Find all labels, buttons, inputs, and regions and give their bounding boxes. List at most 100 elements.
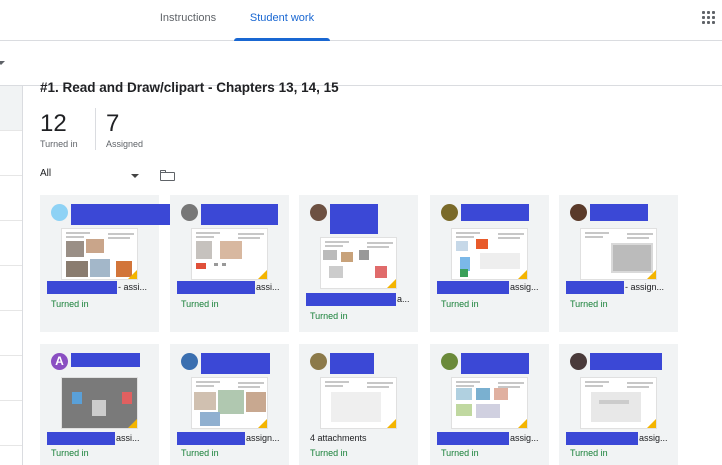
student-name-redacted bbox=[590, 353, 662, 370]
turned-in-count: 12 bbox=[40, 110, 67, 137]
student-name-redacted bbox=[201, 353, 270, 374]
submission-card[interactable]: - assi... Turned in bbox=[40, 195, 178, 332]
submission-status: Turned in bbox=[310, 311, 348, 321]
attachment-thumbnail[interactable] bbox=[191, 377, 268, 429]
attachment-title: - assi... bbox=[118, 282, 148, 292]
avatar bbox=[310, 353, 327, 370]
attachment-title: assign... bbox=[246, 433, 280, 443]
google-doc-corner-icon bbox=[257, 418, 267, 428]
student-list-row[interactable] bbox=[0, 176, 22, 221]
student-list-row[interactable] bbox=[0, 86, 22, 131]
folder-icon[interactable] bbox=[160, 170, 175, 181]
student-name-redacted bbox=[71, 204, 178, 225]
attachment-title: 4 attachments bbox=[310, 433, 367, 443]
avatar bbox=[181, 204, 198, 221]
attachment-thumbnail[interactable] bbox=[191, 228, 268, 280]
google-doc-corner-icon bbox=[386, 278, 396, 288]
assignment-title: #1. Read and Draw/clipart - Chapters 13,… bbox=[40, 80, 339, 95]
submission-card[interactable]: assign... Turned in bbox=[170, 344, 289, 465]
attachment-thumbnail[interactable] bbox=[61, 377, 138, 429]
assigned-count: 7 bbox=[106, 110, 120, 137]
submission-card[interactable]: a... Turned in bbox=[299, 195, 418, 332]
student-list-row[interactable] bbox=[0, 221, 22, 266]
student-name-redacted bbox=[330, 204, 378, 234]
attachment-name-redacted bbox=[437, 281, 509, 294]
attachment-name-redacted bbox=[437, 432, 509, 445]
student-list-row[interactable] bbox=[0, 401, 22, 446]
submission-status: Turned in bbox=[181, 299, 219, 309]
tab-student-work[interactable]: Student work bbox=[234, 0, 330, 41]
submission-card[interactable]: - assign... Turned in bbox=[559, 195, 678, 332]
student-list-row[interactable] bbox=[0, 311, 22, 356]
student-name-redacted bbox=[330, 353, 374, 374]
attachment-thumbnail[interactable] bbox=[320, 377, 397, 429]
attachment-title: assi... bbox=[256, 282, 280, 292]
attachment-title: assig... bbox=[639, 433, 668, 443]
status-filter-dropdown[interactable]: All bbox=[40, 168, 140, 184]
google-doc-corner-icon bbox=[646, 269, 656, 279]
submission-status: Turned in bbox=[570, 299, 608, 309]
avatar bbox=[441, 353, 458, 370]
stats-divider bbox=[95, 108, 96, 150]
submission-card[interactable]: assi... Turned in bbox=[170, 195, 289, 332]
attachment-title: assig... bbox=[510, 282, 539, 292]
attachment-thumbnail[interactable] bbox=[451, 377, 528, 429]
avatar bbox=[570, 204, 587, 221]
google-doc-corner-icon bbox=[127, 418, 137, 428]
attachment-name-redacted bbox=[306, 293, 396, 306]
attachment-thumbnail[interactable] bbox=[580, 228, 657, 280]
student-list-pane bbox=[0, 86, 23, 465]
submission-status: Turned in bbox=[570, 448, 608, 458]
avatar bbox=[570, 353, 587, 370]
apps-grid-icon[interactable] bbox=[702, 11, 716, 25]
attachment-thumbnail[interactable] bbox=[451, 228, 528, 280]
avatar bbox=[310, 204, 327, 221]
chevron-down-icon bbox=[131, 174, 139, 178]
assigned-label: Assigned bbox=[106, 139, 144, 149]
submission-card[interactable]: Aassi... Turned in bbox=[40, 344, 159, 465]
submission-status: Turned in bbox=[51, 448, 89, 458]
student-name-redacted bbox=[71, 353, 140, 367]
student-list-row[interactable] bbox=[0, 131, 22, 176]
attachment-name-redacted bbox=[177, 432, 245, 445]
submission-card[interactable]: assig... Turned in bbox=[559, 344, 678, 465]
filter-selected-value: All bbox=[40, 168, 52, 179]
attachment-title: assig... bbox=[510, 433, 539, 443]
submission-card[interactable]: assig... Turned in bbox=[430, 344, 549, 465]
student-name-redacted bbox=[590, 204, 648, 221]
google-doc-corner-icon bbox=[517, 269, 527, 279]
google-doc-corner-icon bbox=[386, 418, 396, 428]
student-list-row[interactable] bbox=[0, 266, 22, 311]
submission-card[interactable]: 4 attachments Turned in bbox=[299, 344, 418, 465]
attachment-thumbnail[interactable] bbox=[320, 237, 397, 289]
avatar bbox=[181, 353, 198, 370]
tab-student-work-label: Student work bbox=[249, 12, 315, 24]
attachment-name-redacted bbox=[566, 281, 624, 294]
submission-status: Turned in bbox=[441, 299, 479, 309]
attachment-thumbnail[interactable] bbox=[580, 377, 657, 429]
attachment-name-redacted bbox=[177, 281, 255, 294]
google-doc-corner-icon bbox=[646, 418, 656, 428]
attachment-title: assi... bbox=[116, 433, 140, 443]
student-name-redacted bbox=[461, 353, 529, 374]
submission-status: Turned in bbox=[441, 448, 479, 458]
avatar bbox=[51, 204, 68, 221]
attachment-name-redacted bbox=[566, 432, 638, 445]
student-name-redacted bbox=[201, 204, 278, 225]
top-bar: Instructions Student work bbox=[0, 0, 722, 41]
student-list-row[interactable] bbox=[0, 356, 22, 401]
student-name-redacted bbox=[461, 204, 529, 221]
submission-card[interactable]: assig... Turned in bbox=[430, 195, 549, 332]
submission-status: Turned in bbox=[51, 299, 89, 309]
dropdown-caret-icon[interactable] bbox=[0, 61, 5, 65]
google-doc-corner-icon bbox=[517, 418, 527, 428]
attachment-thumbnail[interactable] bbox=[61, 228, 138, 280]
attachment-name-redacted bbox=[47, 281, 117, 294]
turned-in-label: Turned in bbox=[40, 139, 78, 149]
submission-status: Turned in bbox=[181, 448, 219, 458]
attachment-name-redacted bbox=[47, 432, 115, 445]
google-doc-corner-icon bbox=[257, 269, 267, 279]
tab-instructions[interactable]: Instructions bbox=[150, 0, 226, 40]
avatar: A bbox=[51, 353, 68, 370]
submission-status: Turned in bbox=[310, 448, 348, 458]
